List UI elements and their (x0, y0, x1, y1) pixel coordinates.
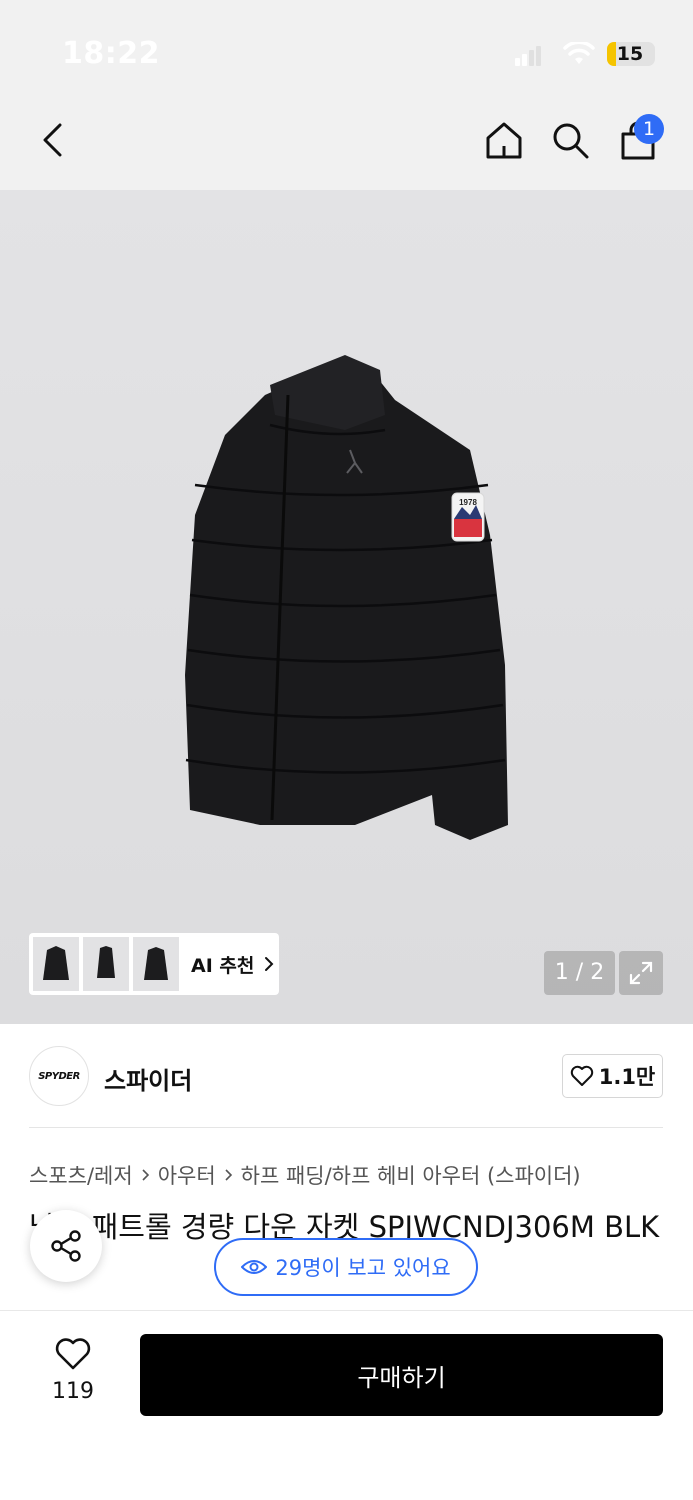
chevron-right-icon (265, 957, 274, 971)
brand-like-button[interactable]: 1.1만 (562, 1054, 663, 1098)
eye-icon (241, 1260, 268, 1274)
patch-year: 1978 (459, 498, 477, 507)
heart-icon (570, 1065, 593, 1086)
search-icon (553, 123, 589, 159)
thumbnail-3[interactable] (133, 937, 179, 991)
wishlist-button[interactable]: 119 (40, 1337, 106, 1417)
ai-recommend-label[interactable]: AI 추천 (191, 951, 254, 978)
thumbnail-1[interactable] (33, 937, 79, 991)
brand-logo[interactable]: SPYDER (29, 1046, 89, 1106)
page-counter: 1 / 2 (544, 951, 615, 995)
expand-icon (629, 961, 653, 985)
breadcrumb-item[interactable]: 아우터 (158, 1160, 216, 1190)
buy-button[interactable]: 구매하기 (140, 1334, 663, 1416)
battery-level: 15 (616, 43, 644, 65)
signal-icon (515, 46, 541, 66)
thumbnail-2[interactable] (83, 937, 129, 991)
chevron-right-icon (225, 1169, 232, 1181)
viewers-text: 29명이 보고 있어요 (275, 1256, 451, 1280)
thumbnail-jacket-icon (43, 946, 69, 980)
expand-button[interactable] (619, 951, 663, 995)
breadcrumb: 스포츠/레저 아우터 하프 패딩/하프 헤비 아우터 (스파이더) (29, 1160, 581, 1190)
jacket-illustration: 1978 (185, 355, 508, 840)
search-button[interactable] (548, 118, 592, 162)
back-icon (43, 123, 62, 157)
back-button[interactable] (30, 118, 74, 162)
heart-icon (55, 1338, 91, 1370)
product-image[interactable]: 1978 AI 추천 1 / 2 (0, 190, 693, 1024)
battery-indicator: 15 (607, 42, 655, 66)
cart-count-badge: 1 (634, 114, 664, 144)
thumbnail-strip[interactable]: AI 추천 (29, 933, 279, 995)
thumbnail-jacket-icon (144, 947, 168, 980)
chevron-right-icon (142, 1169, 149, 1181)
nav-bar (0, 100, 693, 190)
brand-row: SPYDER 스파이더 1.1만 (29, 1046, 663, 1106)
brand-name[interactable]: 스파이더 (104, 1061, 192, 1096)
bottom-bar: 119 구매하기 (0, 1310, 693, 1500)
breadcrumb-item[interactable]: 스포츠/레저 (29, 1160, 133, 1190)
wishlist-count: 119 (52, 1379, 94, 1404)
thumbnail-jacket-icon (97, 946, 115, 978)
brand-like-count: 1.1만 (598, 1065, 656, 1089)
home-button[interactable] (482, 118, 526, 162)
home-icon (486, 122, 522, 159)
share-button[interactable] (30, 1210, 102, 1282)
share-icon (51, 1230, 81, 1262)
wifi-icon (563, 42, 595, 64)
breadcrumb-item[interactable]: 하프 패딩/하프 헤비 아우터 (스파이더) (241, 1160, 581, 1190)
status-time: 18:22 (62, 36, 160, 71)
status-bar: 18:22 15 (0, 0, 693, 100)
section-divider (29, 1127, 663, 1128)
brand-logo-text: SPYDER (38, 1070, 80, 1082)
viewers-indicator: 29명이 보고 있어요 (214, 1238, 478, 1296)
